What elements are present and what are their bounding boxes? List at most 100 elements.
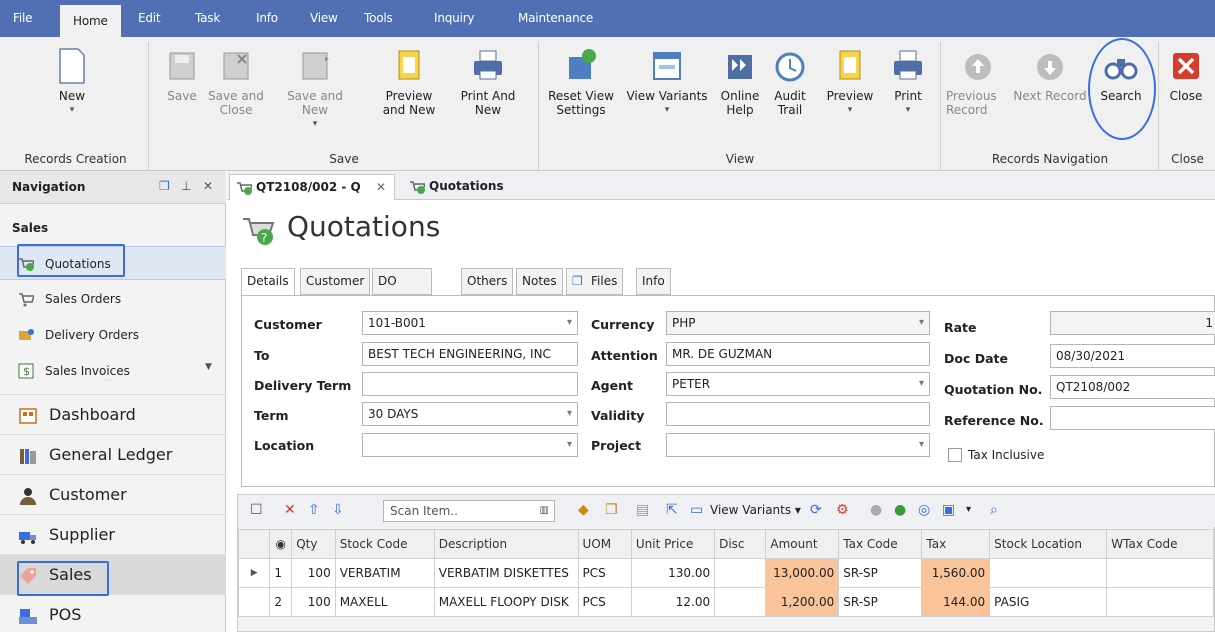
uom-cell[interactable]: PCS: [577, 558, 632, 588]
validity-field[interactable]: [666, 402, 930, 426]
nav-module-dashboard[interactable]: Dashboard: [0, 394, 226, 434]
nav-module-supplier[interactable]: Supplier: [0, 514, 226, 554]
disc-cell[interactable]: [714, 558, 767, 588]
cube-icon[interactable]: ◆: [578, 502, 589, 518]
nav-item-delivery-orders[interactable]: Delivery Orders: [0, 318, 226, 352]
online-help-button[interactable]: Online Help: [716, 47, 764, 117]
tab-edit[interactable]: Edit: [128, 0, 170, 37]
next-record-button[interactable]: Next Record: [1010, 47, 1090, 103]
dropdown-arrow-icon[interactable]: ▾: [567, 434, 572, 456]
project-combobox[interactable]: ▾: [666, 433, 930, 457]
tab-task[interactable]: Task: [185, 0, 230, 37]
tab-info[interactable]: Info: [246, 0, 288, 37]
dropdown-arrow-icon[interactable]: ▾: [919, 373, 924, 395]
chevron-down-icon[interactable]: ▼: [205, 362, 212, 372]
close-button[interactable]: Close: [1164, 47, 1208, 103]
preview-and-new-button[interactable]: Preview and New: [376, 47, 442, 117]
settings-gear-icon[interactable]: ⚙: [836, 502, 849, 518]
move-up-icon[interactable]: ⇧: [308, 502, 320, 518]
nav-item-sales-invoices[interactable]: $ Sales Invoices ▼ ···: [0, 354, 226, 388]
description-cell[interactable]: MAXELL FLOOPY DISK: [433, 587, 579, 617]
wtax-code-cell[interactable]: [1106, 558, 1214, 588]
column-header[interactable]: Description: [433, 529, 579, 559]
column-header[interactable]: Stock Code: [334, 529, 435, 559]
preview-icon[interactable]: ⌕: [990, 502, 998, 518]
rate-field[interactable]: 1: [1050, 311, 1215, 335]
customer-combobox[interactable]: 101-B001 ▾: [362, 311, 578, 335]
new-button[interactable]: New ▾: [44, 47, 100, 117]
term-combobox[interactable]: 30 DAYS ▾: [362, 402, 578, 426]
delivery-term-field[interactable]: [362, 372, 578, 396]
preview-button[interactable]: Preview ▾: [820, 47, 880, 117]
dock-icon[interactable]: ❐: [159, 179, 170, 193]
qty-cell[interactable]: 100: [291, 587, 336, 617]
tax-code-cell[interactable]: SR-SP: [838, 558, 923, 588]
view-variants-button[interactable]: View Variants ▾: [622, 47, 712, 117]
tab-notes[interactable]: Notes: [516, 268, 563, 295]
dropdown-arrow-icon[interactable]: ▾: [919, 434, 924, 456]
stock-location-cell[interactable]: [989, 558, 1108, 588]
amount-cell[interactable]: 13,000.00: [765, 558, 840, 588]
currency-combobox[interactable]: PHP ▾: [666, 311, 930, 335]
description-cell[interactable]: VERBATIM DISKETTES: [433, 558, 579, 588]
nav-item-sales-orders[interactable]: Sales Orders: [0, 282, 226, 316]
quotation-no-field[interactable]: QT2108/002: [1050, 375, 1215, 399]
table-row[interactable]: ▶ 1 100 VERBATIM VERBATIM DISKETTES PCS …: [237, 558, 1214, 588]
tab-tools[interactable]: Tools: [354, 0, 403, 37]
dropdown-arrow-icon[interactable]: ▾: [919, 312, 924, 334]
move-down-icon[interactable]: ⇩: [332, 502, 344, 518]
reset-view-settings-button[interactable]: Reset View Settings: [546, 47, 616, 117]
tax-inclusive-checkbox[interactable]: [948, 448, 962, 462]
print-and-new-button[interactable]: Print And New: [456, 47, 520, 117]
tab-inquiry[interactable]: Inquiry: [424, 0, 484, 37]
tab-info[interactable]: Info: [636, 268, 671, 295]
column-header[interactable]: Tax: [921, 529, 991, 559]
qty-cell[interactable]: 100: [291, 558, 336, 588]
disc-cell[interactable]: [714, 587, 767, 617]
stock-code-cell[interactable]: VERBATIM: [334, 558, 435, 588]
stock-location-cell[interactable]: PASIG: [989, 587, 1108, 617]
save-and-close-button[interactable]: Save and Close: [208, 47, 264, 117]
amount-cell[interactable]: 1,200.00: [765, 587, 840, 617]
close-icon[interactable]: ✕: [203, 179, 213, 193]
location-combobox[interactable]: ▾: [362, 433, 578, 457]
tab-details[interactable]: Details: [241, 268, 295, 296]
tax-code-cell[interactable]: SR-SP: [838, 587, 923, 617]
column-header[interactable]: Disc: [714, 529, 767, 559]
nav-module-general-ledger[interactable]: General Ledger: [0, 434, 226, 474]
export-icon[interactable]: ⇱: [666, 502, 678, 518]
column-header[interactable]: Qty: [291, 529, 336, 559]
binoculars-icon[interactable]: ◎: [918, 502, 930, 518]
save-layout-icon[interactable]: ▣: [942, 502, 955, 518]
dropdown-arrow-icon[interactable]: ▾: [567, 312, 572, 334]
new-row-icon[interactable]: ☐: [250, 502, 263, 518]
nav-module-customer[interactable]: Customer: [0, 474, 226, 514]
tab-others[interactable]: Others: [461, 268, 514, 295]
tax-cell[interactable]: 1,560.00: [921, 558, 991, 588]
doc-date-field[interactable]: 08/30/2021: [1050, 344, 1215, 368]
view-variants-icon[interactable]: ▭: [690, 502, 703, 518]
refresh-icon[interactable]: ⟳: [810, 502, 822, 518]
tab-file[interactable]: File: [3, 0, 42, 37]
barcode-icon[interactable]: ▥: [540, 501, 549, 521]
print-button[interactable]: Print ▾: [884, 47, 932, 117]
tab-home[interactable]: Home: [60, 5, 121, 37]
table-row[interactable]: 2 100 MAXELL MAXELL FLOOPY DISK PCS 12.0…: [237, 587, 1214, 617]
unit-price-cell[interactable]: 130.00: [630, 558, 716, 588]
tab-customer[interactable]: Customer: [300, 268, 371, 295]
tab-do-address[interactable]: DO Address: [372, 268, 432, 313]
close-icon[interactable]: ✕: [376, 175, 386, 199]
save-button[interactable]: Save: [160, 47, 204, 103]
wtax-code-cell[interactable]: [1106, 587, 1214, 617]
attention-field[interactable]: MR. DE GUZMAN: [666, 342, 930, 366]
previous-record-button[interactable]: Previous Record: [946, 47, 1010, 117]
arrow-up-icon[interactable]: ●: [870, 502, 882, 518]
nav-module-pos[interactable]: POS: [0, 594, 226, 632]
table-icon[interactable]: ▤: [636, 502, 649, 518]
column-header[interactable]: UOM: [577, 529, 632, 559]
uom-cell[interactable]: PCS: [577, 587, 632, 617]
column-header[interactable]: Amount: [765, 529, 840, 559]
column-header[interactable]: WTax Code: [1106, 529, 1214, 559]
stock-code-cell[interactable]: MAXELL: [334, 587, 435, 617]
doc-tab-quotation-record[interactable]: QT2108/002 - Q ✕: [229, 174, 395, 200]
